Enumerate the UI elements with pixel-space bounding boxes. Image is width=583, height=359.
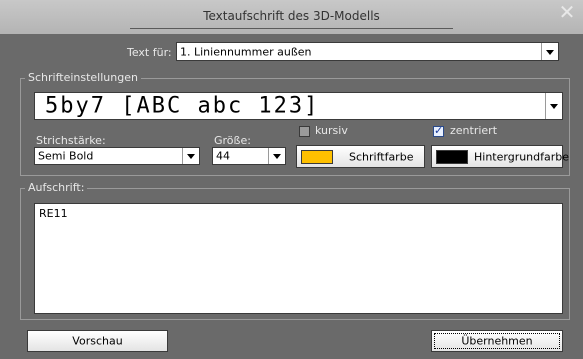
text-for-value: 1. Liniennummer außen [180,45,312,58]
font-select-value: 5by7 [ABC abc 123] [45,93,320,119]
dialog-window: Textaufschrift des 3D-Modells ✕ Text für… [0,0,583,359]
apply-button-label: Übernehmen [461,334,533,348]
text-for-label: Text für: [127,46,172,59]
stroke-select[interactable]: Semi Bold [34,147,200,165]
centered-label: zentriert [450,124,498,137]
centered-checkbox[interactable] [433,124,444,137]
italic-checkbox[interactable] [299,126,310,137]
stroke-value: Semi Bold [38,149,94,163]
background-color-label: Hintergrundfarbe [474,150,570,163]
close-icon[interactable]: ✕ [557,2,577,22]
text-for-select[interactable]: 1. Liniennummer außen [176,42,559,61]
font-select[interactable]: 5by7 [ABC abc 123] [34,92,563,120]
font-color-button[interactable]: Schriftfarbe [296,145,425,168]
window-title: Textaufschrift des 3D-Modells [203,9,380,23]
chevron-down-icon[interactable] [541,43,558,60]
inscription-textarea[interactable]: RE11 [34,203,563,314]
font-settings-group-label: Schrifteinstellungen [25,71,141,84]
title-bar[interactable]: Textaufschrift des 3D-Modells ✕ [0,0,583,34]
size-select[interactable]: 44 [212,147,286,165]
font-color-swatch [301,149,333,164]
inscription-group-label: Aufschrift: [25,181,88,194]
chevron-down-icon[interactable] [182,148,199,164]
font-color-label: Schriftfarbe [349,150,414,163]
italic-label: kursiv [315,124,348,137]
stroke-label: Strichstärke: [36,134,106,147]
background-color-button[interactable]: Hintergrundfarbe [431,145,569,168]
preview-button[interactable]: Vorschau [27,330,168,352]
chevron-down-icon[interactable] [545,93,562,119]
size-value: 44 [216,149,230,163]
chevron-down-icon[interactable] [268,148,285,164]
apply-button[interactable]: Übernehmen [431,330,563,352]
background-color-swatch [436,149,468,164]
size-label: Größe: [214,134,251,147]
title-underline [130,28,453,29]
preview-button-label: Vorschau [72,334,123,348]
